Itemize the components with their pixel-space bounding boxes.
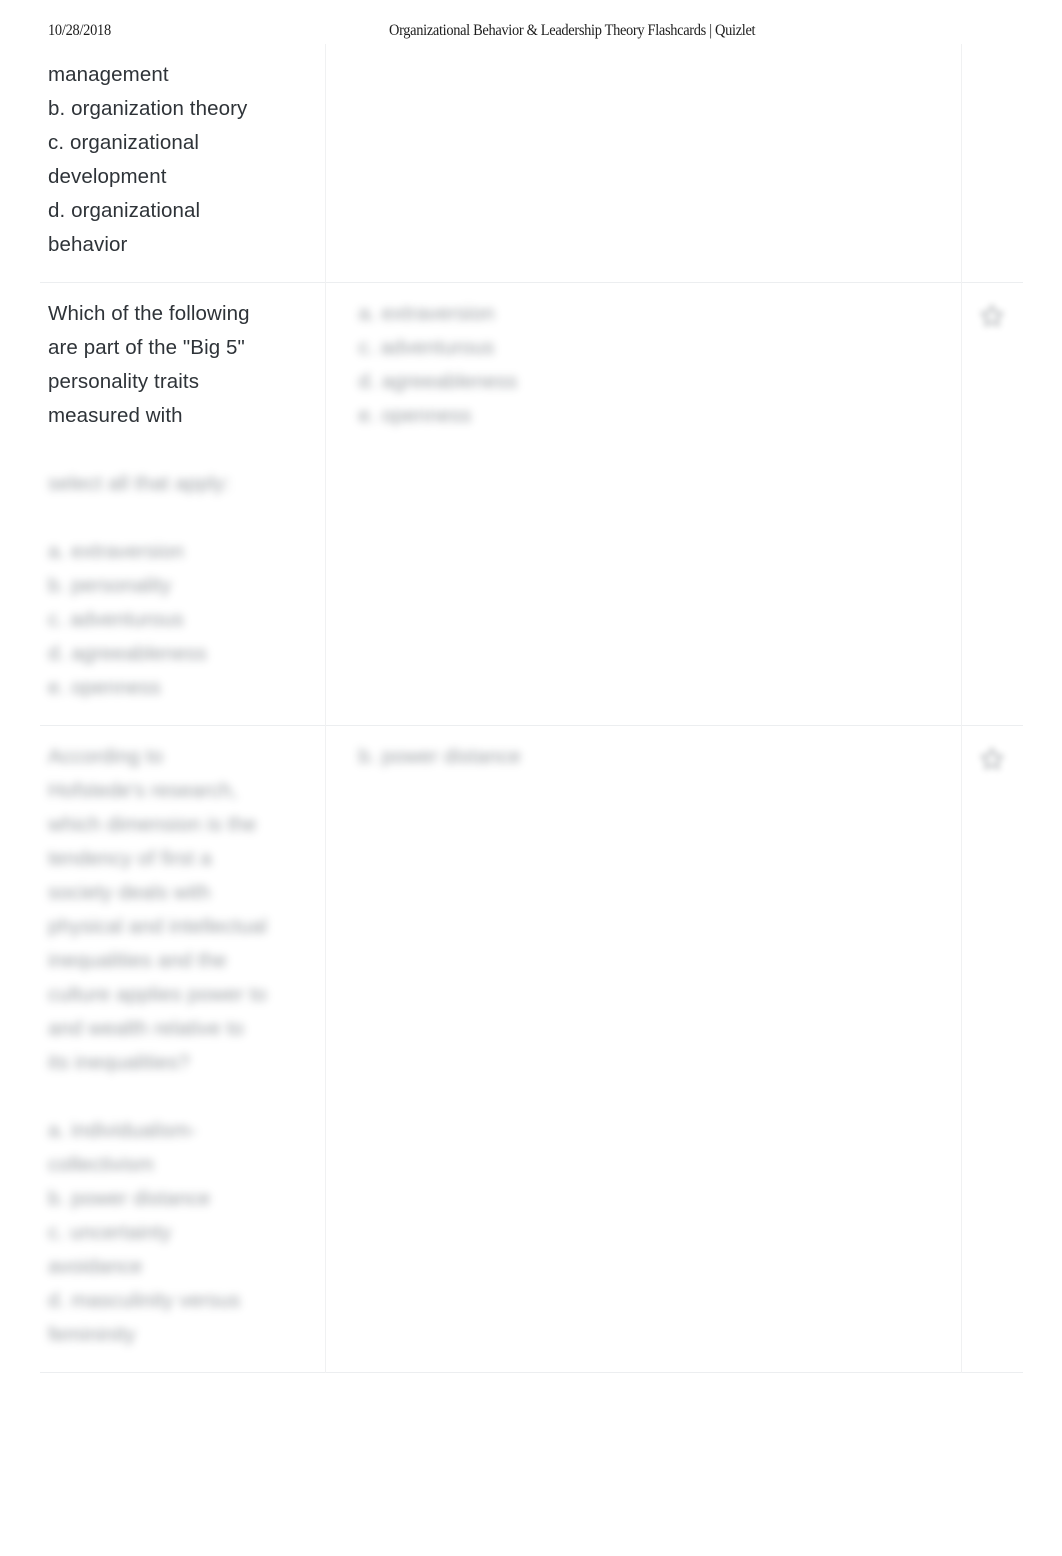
flashcard-action-cell-2[interactable] [960, 282, 1023, 726]
term-line: development [48, 165, 167, 188]
redacted-line: collectivism [48, 1153, 154, 1176]
redacted-line: According to [48, 745, 164, 768]
redacted-line: c. adventurous [358, 336, 495, 359]
redacted-line: b. power distance [48, 1187, 211, 1210]
redacted-line: b. power distance [358, 745, 521, 768]
redacted-line: its inequalities? [48, 1051, 190, 1074]
flashcard-term-redacted-3: According to Hofstede's research, which … [48, 740, 301, 1352]
term-line: management [48, 63, 169, 86]
redacted-line: femininity [48, 1323, 136, 1346]
redacted-line: d. masculinity versus [48, 1289, 241, 1312]
redacted-line: culture applies power to [48, 983, 267, 1006]
redacted-line: and wealth relative to [48, 1017, 244, 1040]
flashcard-row-2: Which of the following are part of the "… [40, 282, 1023, 726]
flashcard-row-3: According to Hofstede's research, which … [40, 725, 1023, 1373]
star-icon[interactable] [979, 746, 1005, 772]
redacted-line: d. agreeableness [48, 642, 207, 665]
redacted-line: avoidance [48, 1255, 143, 1278]
flashcard-definition-cell-3: b. power distance [324, 725, 961, 1373]
flashcard-term-cell-3: According to Hofstede's research, which … [40, 725, 325, 1373]
flashcard-term-cell-1: management b. organization theory c. org… [40, 44, 325, 283]
redacted-line: Hofstede's research, [48, 779, 238, 802]
term-line: c. organizational [48, 131, 199, 154]
term-line: behavior [48, 233, 128, 256]
redacted-line: society deals with [48, 881, 211, 904]
redacted-line: c. uncertainty [48, 1221, 172, 1244]
flashcard-definition-cell-1 [324, 44, 961, 283]
redacted-line: a. extraversion [48, 540, 184, 563]
flashcard-action-cell-3[interactable] [960, 725, 1023, 1373]
print-header-title: Organizational Behavior & Leadership The… [389, 22, 756, 39]
redacted-line: which dimension is the [48, 813, 257, 836]
redacted-line: c. adventurous [48, 608, 184, 631]
redacted-line: b. personality [48, 574, 172, 597]
flashcard-row-1: management b. organization theory c. org… [40, 44, 1023, 283]
flashcard-definition-redacted-3: b. power distance [359, 740, 937, 774]
redacted-line: a. individualism- [48, 1119, 197, 1142]
print-header-date: 10/28/2018 [48, 22, 111, 39]
term-line: measured with [48, 404, 183, 427]
redacted-line: physical and intellectual [48, 915, 268, 938]
redacted-line: tendency of first a [48, 847, 212, 870]
flashcard-term-redacted-2: select all that apply: a. extraversion b… [48, 433, 301, 705]
star-icon[interactable] [979, 303, 1005, 329]
redacted-line: a. extraversion [358, 302, 495, 325]
term-line: Which of the following [48, 302, 250, 325]
flashcard-definition-cell-2: a. extraversion c. adventurous d. agreea… [324, 282, 961, 726]
redacted-line: e. openness [48, 676, 161, 699]
flashcards-table: management b. organization theory c. org… [40, 44, 1023, 1373]
flashcard-definition-redacted-2: a. extraversion c. adventurous d. agreea… [359, 297, 937, 433]
term-line: are part of the "Big 5" [48, 336, 245, 359]
redacted-line: select all that apply: [48, 472, 231, 495]
redacted-line: e. openness [358, 404, 472, 427]
print-header: 10/28/2018 Organizational Behavior & Lea… [0, 22, 1062, 42]
flashcard-term-text-1: management b. organization theory c. org… [48, 58, 301, 262]
flashcard-term-cell-2: Which of the following are part of the "… [40, 282, 325, 726]
flashcard-action-cell-1 [960, 44, 1023, 283]
redacted-line: d. agreeableness [358, 370, 518, 393]
redacted-line: inequalities and the [48, 949, 227, 972]
term-line: d. organizational [48, 199, 201, 222]
flashcard-term-text-2: Which of the following are part of the "… [48, 297, 301, 433]
term-line: b. organization theory [48, 97, 248, 120]
term-line: personality traits [48, 370, 200, 393]
